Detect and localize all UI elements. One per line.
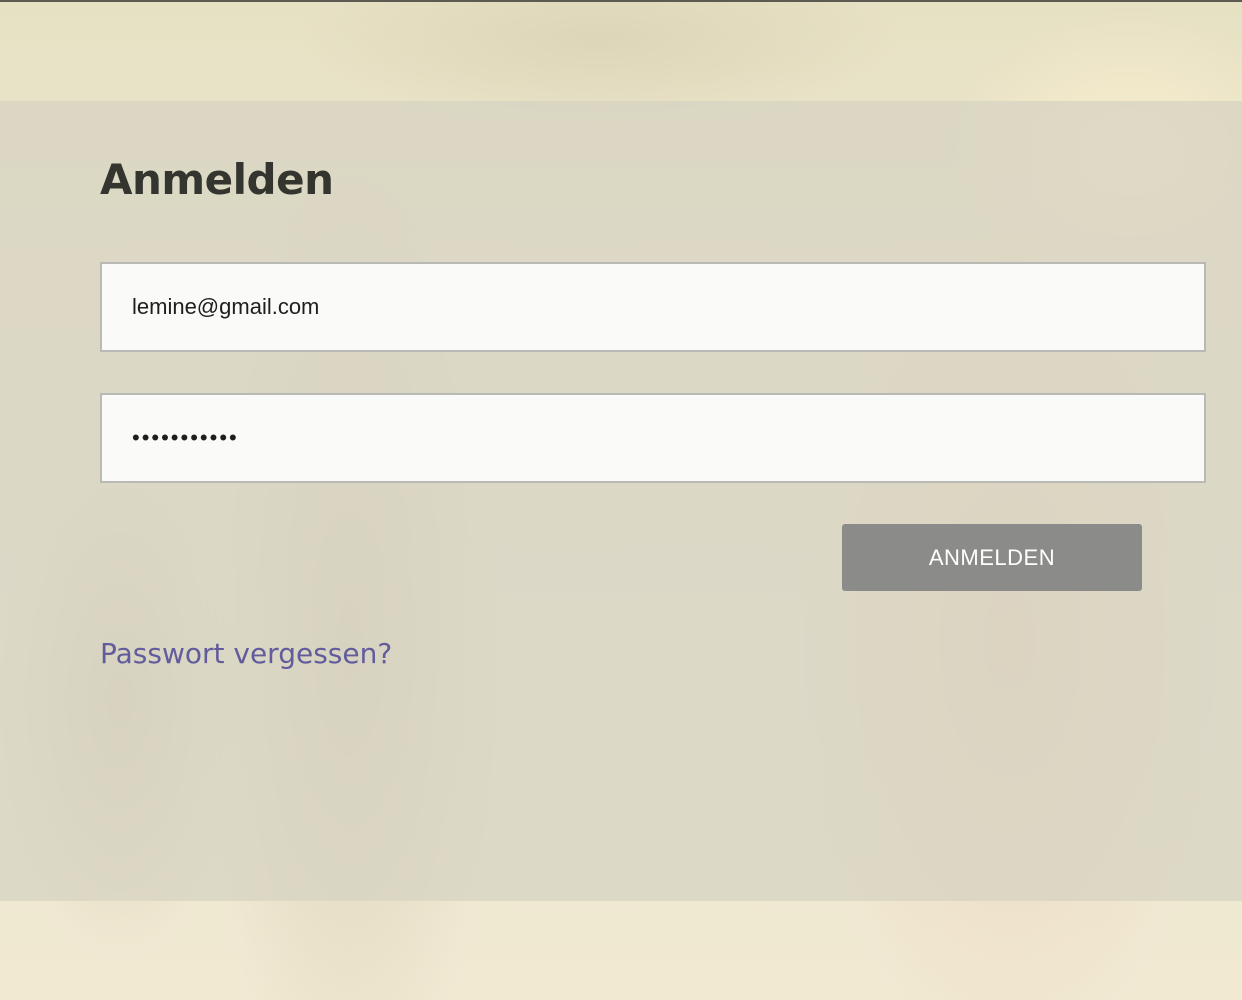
page-title: Anmelden xyxy=(100,155,334,204)
email-field[interactable] xyxy=(100,262,1206,352)
login-page: Anmelden ANMELDEN Passwort vergessen? xyxy=(0,0,1242,1000)
login-panel xyxy=(0,101,1242,901)
top-border xyxy=(0,0,1242,2)
password-field[interactable] xyxy=(100,393,1206,483)
forgot-password-link[interactable]: Passwort vergessen? xyxy=(100,634,392,674)
login-button[interactable]: ANMELDEN xyxy=(842,524,1142,591)
